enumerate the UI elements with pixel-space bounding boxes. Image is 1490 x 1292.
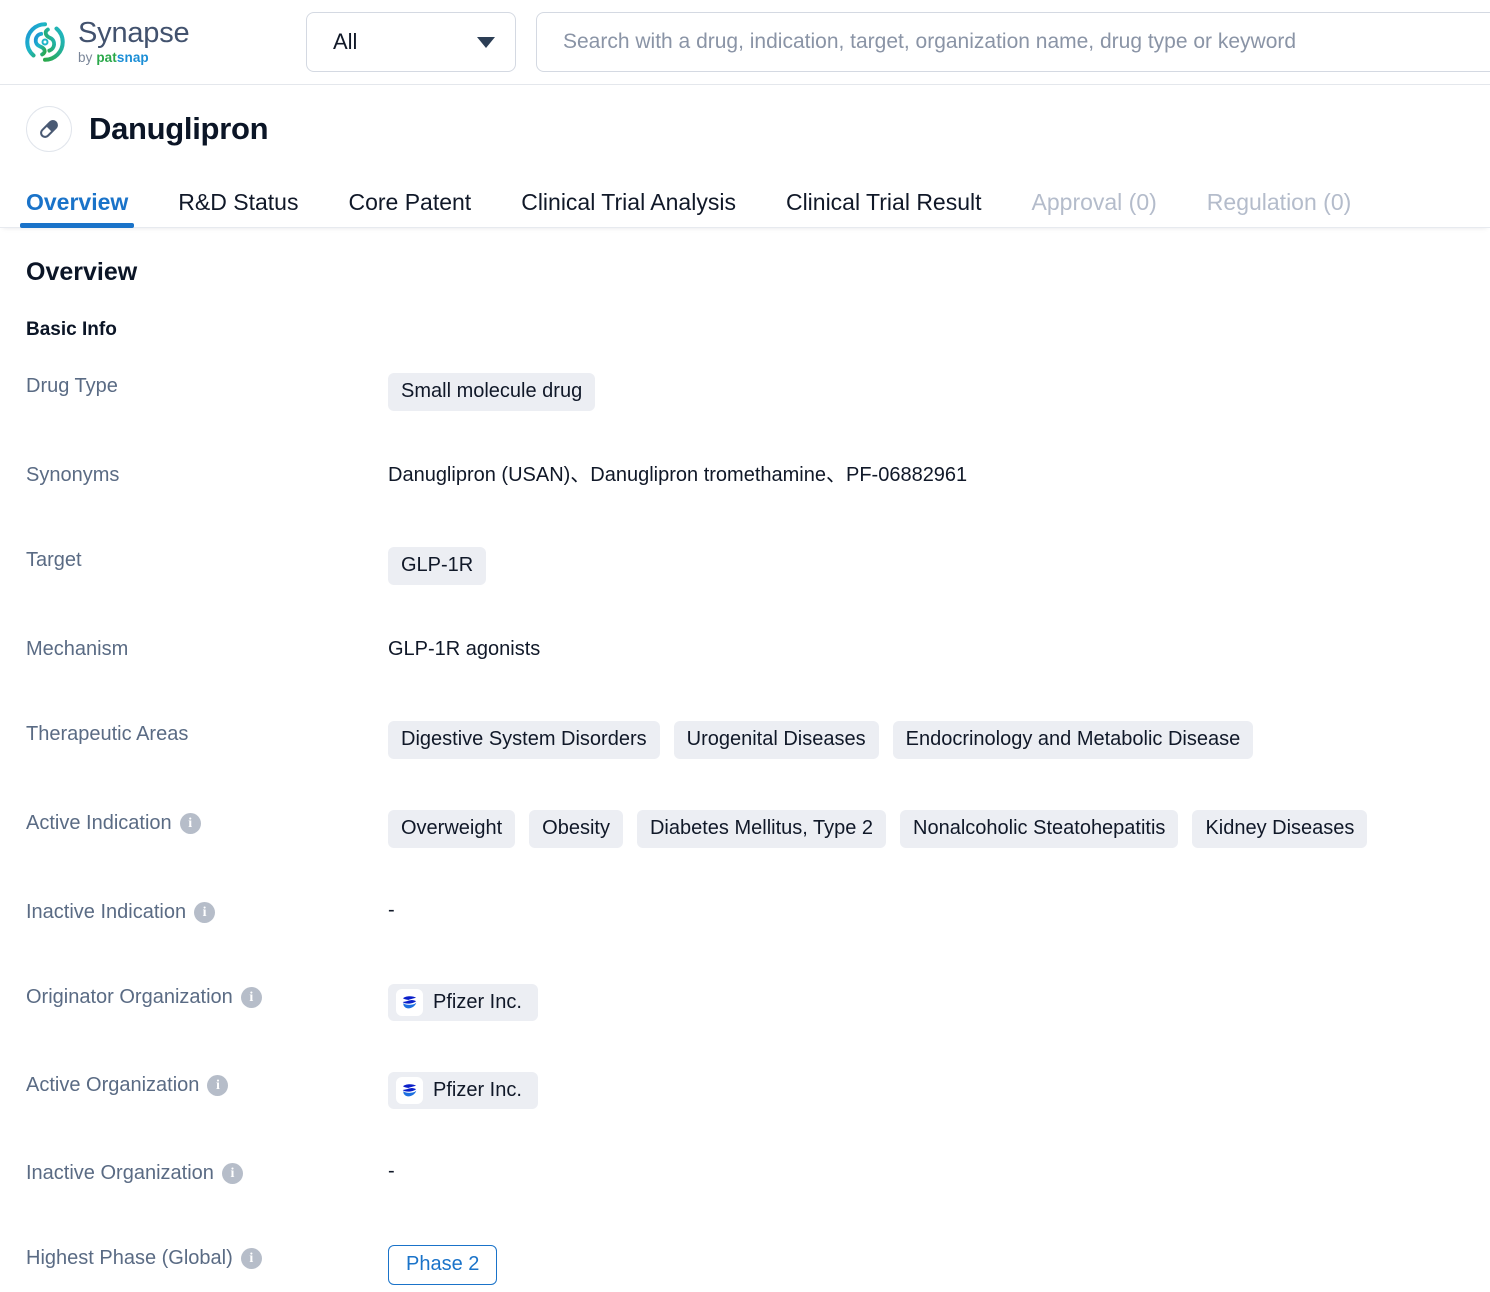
info-icon[interactable]: i	[207, 1075, 229, 1096]
org-name: Pfizer Inc.	[433, 1079, 522, 1101]
row-label-target: Target	[26, 545, 388, 572]
org-name: Pfizer Inc.	[433, 991, 522, 1013]
tab-rd-status[interactable]: R&D Status	[178, 191, 298, 227]
row-mechanism: Mechanism GLP-1R agonists	[26, 634, 1490, 670]
row-originator-organization: Originator Organization i Pfizer Inc.	[26, 982, 1490, 1021]
row-synonyms: Synonyms Danuglipron (USAN)、Danuglipron …	[26, 460, 1490, 496]
pill-capsule-icon	[26, 106, 72, 152]
tab-bar: Overview R&D Status Core Patent Clinical…	[0, 175, 1490, 228]
top-navigation-bar: Synapse by patsnap All	[0, 0, 1490, 85]
row-value-mechanism: GLP-1R agonists	[388, 634, 1490, 663]
tab-clinical-trial-analysis[interactable]: Clinical Trial Analysis	[521, 191, 736, 227]
row-drug-type: Drug Type Small molecule drug	[26, 371, 1490, 411]
label-text: Originator Organization	[26, 986, 233, 1008]
row-inactive-organization: Inactive Organization i -	[26, 1158, 1490, 1194]
pfizer-logo-icon	[396, 1077, 423, 1104]
search-scope-dropdown[interactable]: All	[306, 12, 516, 72]
row-value-drug-type: Small molecule drug	[388, 371, 1490, 411]
brand-name: Synapse	[78, 17, 190, 50]
tag-therapeutic-area[interactable]: Digestive System Disorders	[388, 721, 660, 759]
row-value-active-indication: Overweight Obesity Diabetes Mellitus, Ty…	[388, 808, 1490, 848]
brand-tagline: by patsnap	[78, 51, 189, 65]
tag-target[interactable]: GLP-1R	[388, 547, 487, 585]
tag-active-indication[interactable]: Kidney Diseases	[1192, 810, 1368, 848]
row-label-mechanism: Mechanism	[26, 634, 388, 661]
row-value-inactive-organization: -	[388, 1158, 1490, 1183]
row-therapeutic-areas: Therapeutic Areas Digestive System Disor…	[26, 719, 1490, 759]
tag-active-indication[interactable]: Obesity	[529, 810, 623, 848]
label-text: Highest Phase (Global)	[26, 1247, 233, 1269]
mechanism-text: GLP-1R agonists	[388, 638, 541, 660]
row-active-indication: Active Indication i Overweight Obesity D…	[26, 808, 1490, 848]
pfizer-logo-icon	[396, 989, 423, 1016]
row-label-therapeutic-areas: Therapeutic Areas	[26, 719, 388, 746]
label-text: Target	[26, 549, 82, 571]
info-icon[interactable]: i	[240, 1248, 262, 1269]
row-label-inactive-indication: Inactive Indication i	[26, 897, 388, 924]
status-badge-phase[interactable]: Phase 2	[388, 1245, 498, 1285]
label-text: Mechanism	[26, 638, 129, 660]
empty-value: -	[388, 1160, 395, 1182]
row-label-drug-type: Drug Type	[26, 371, 388, 398]
drug-header: Danuglipron	[0, 85, 1490, 152]
search-box[interactable]	[536, 12, 1490, 72]
org-chip-pfizer[interactable]: Pfizer Inc.	[388, 1072, 538, 1109]
brand-tagline-snap: snap	[116, 50, 149, 66]
tab-regulation: Regulation (0)	[1206, 189, 1352, 215]
tag-active-indication[interactable]: Overweight	[388, 810, 516, 848]
row-label-inactive-organization: Inactive Organization i	[26, 1158, 388, 1185]
tab-clinical-trial-result[interactable]: Clinical Trial Result	[786, 191, 982, 227]
search-input[interactable]	[561, 29, 1477, 55]
info-icon[interactable]: i	[240, 987, 262, 1008]
label-text: Synonyms	[26, 464, 120, 486]
row-value-target: GLP-1R	[388, 545, 1490, 585]
label-text: Inactive Organization	[26, 1162, 214, 1184]
brand-tagline-pat: pat	[96, 50, 117, 66]
empty-value: -	[388, 899, 395, 921]
tab-overview[interactable]: Overview	[19, 191, 135, 228]
row-highest-phase-global: Highest Phase (Global) i Phase 2	[26, 1243, 1490, 1285]
tag-drug-type[interactable]: Small molecule drug	[388, 373, 596, 411]
label-text: Active Indication	[26, 812, 172, 834]
label-text: Drug Type	[26, 375, 118, 397]
row-value-active-organization: Pfizer Inc.	[388, 1070, 1490, 1109]
synapse-logo-icon	[22, 19, 68, 65]
row-target: Target GLP-1R	[26, 545, 1490, 585]
info-icon[interactable]: i	[221, 1163, 243, 1184]
org-chip-pfizer[interactable]: Pfizer Inc.	[388, 984, 538, 1021]
search-scope-value: All	[333, 29, 358, 54]
tag-active-indication[interactable]: Diabetes Mellitus, Type 2	[636, 810, 887, 848]
row-label-highest-phase-global: Highest Phase (Global) i	[26, 1243, 388, 1270]
synonyms-text: Danuglipron (USAN)、Danuglipron trometham…	[388, 464, 968, 486]
row-value-originator-organization: Pfizer Inc.	[388, 982, 1490, 1021]
subsection-title-basic-info: Basic Info	[26, 319, 117, 340]
brand-tagline-by: by	[78, 50, 97, 66]
row-active-organization: Active Organization i Pfizer Inc.	[26, 1070, 1490, 1109]
label-text: Inactive Indication	[26, 901, 187, 923]
overview-content: Overview Basic Info Drug Type Small mole…	[0, 228, 1490, 1285]
tag-therapeutic-area[interactable]: Urogenital Diseases	[673, 721, 879, 759]
row-value-therapeutic-areas: Digestive System Disorders Urogenital Di…	[388, 719, 1490, 759]
tag-therapeutic-area[interactable]: Endocrinology and Metabolic Disease	[892, 721, 1254, 759]
chevron-down-icon	[477, 36, 495, 48]
row-value-synonyms: Danuglipron (USAN)、Danuglipron trometham…	[388, 460, 1490, 489]
tab-core-patent[interactable]: Core Patent	[348, 191, 471, 227]
row-label-synonyms: Synonyms	[26, 460, 388, 487]
row-value-inactive-indication: -	[388, 897, 1490, 922]
info-icon[interactable]: i	[194, 902, 216, 923]
brand-logo-area[interactable]: Synapse by patsnap	[22, 19, 284, 65]
tag-active-indication[interactable]: Nonalcoholic Steatohepatitis	[900, 810, 1179, 848]
info-icon[interactable]: i	[179, 813, 201, 834]
page-title: Danuglipron	[89, 111, 269, 146]
row-label-active-indication: Active Indication i	[26, 808, 388, 835]
row-inactive-indication: Inactive Indication i -	[26, 897, 1490, 933]
row-value-highest-phase-global: Phase 2	[388, 1243, 1490, 1285]
section-title-overview: Overview	[26, 258, 138, 286]
label-text: Therapeutic Areas	[26, 723, 189, 745]
tab-approval: Approval (0)	[1031, 189, 1157, 215]
row-label-originator-organization: Originator Organization i	[26, 982, 388, 1009]
row-label-active-organization: Active Organization i	[26, 1070, 388, 1097]
label-text: Active Organization	[26, 1074, 200, 1096]
